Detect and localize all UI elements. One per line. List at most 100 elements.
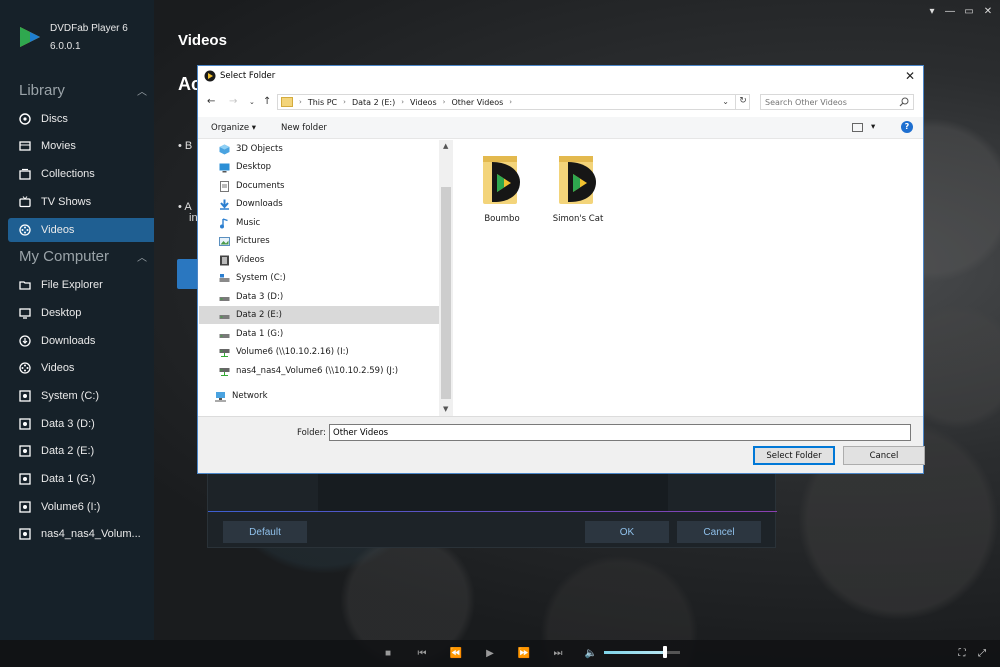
tree-item-data-3-d[interactable]: Data 3 (D:)	[199, 288, 439, 306]
close-icon[interactable]: ✕	[905, 69, 915, 83]
tree-item-music[interactable]: Music	[199, 214, 439, 232]
system-drive-icon	[219, 273, 230, 282]
network-drive-icon	[219, 348, 230, 357]
cancel-button[interactable]: Cancel	[677, 521, 761, 543]
folder-item-boumbo[interactable]: Boumbo	[467, 152, 537, 224]
sidebar-item-data-3-d[interactable]: Data 3 (D:)	[8, 412, 154, 436]
sidebar-item-label: Videos	[41, 224, 75, 236]
volume-level	[604, 651, 665, 654]
rewind-icon[interactable]: ⏪	[450, 647, 462, 659]
search-input[interactable]	[760, 94, 914, 110]
drive-icon	[19, 390, 31, 402]
sidebar-item-videos-folder[interactable]: Videos	[8, 356, 154, 380]
sidebar-item-volume6-i[interactable]: Volume6 (I:)	[8, 495, 154, 519]
sidebar-item-label: Data 3 (D:)	[41, 418, 95, 430]
ok-button[interactable]: OK	[585, 521, 669, 543]
back-arrow-icon[interactable]: ←	[207, 96, 215, 107]
dvdfab-logo-icon	[204, 70, 216, 82]
sidebar-item-label: Movies	[41, 140, 76, 152]
sidebar-item-tv-shows[interactable]: TV Shows	[8, 190, 154, 214]
scroll-up-icon[interactable]: ▲	[443, 142, 448, 150]
tree-item-videos[interactable]: Videos	[199, 251, 439, 269]
collection-icon	[19, 168, 31, 180]
computer-section-header[interactable]: My Computer ︿	[19, 248, 147, 265]
folder-label: Folder:	[297, 428, 326, 438]
help-icon[interactable]: ?	[901, 121, 913, 133]
tree-item-pictures[interactable]: Pictures	[199, 232, 439, 250]
disc-icon	[19, 113, 31, 125]
tree-item-documents[interactable]: Documents	[199, 177, 439, 195]
refresh-icon[interactable]: ↻	[735, 94, 750, 110]
play-icon[interactable]: ▶	[484, 647, 496, 659]
search-icon[interactable]	[899, 97, 909, 107]
volume-handle[interactable]	[662, 646, 667, 658]
sidebar-item-videos[interactable]: Videos	[8, 218, 154, 242]
sidebar-item-system-c[interactable]: System (C:)	[8, 384, 154, 408]
navigation-tree: 3D Objects Desktop Documents Downloads M…	[199, 140, 439, 416]
previous-icon[interactable]: ⏮	[416, 647, 428, 659]
select-folder-button[interactable]: Select Folder	[753, 446, 835, 465]
scrollbar-thumb[interactable]	[441, 187, 451, 399]
tree-item-data-1-g[interactable]: Data 1 (G:)	[199, 325, 439, 343]
tree-item-desktop[interactable]: Desktop	[199, 158, 439, 176]
folder-name: Simon's Cat	[552, 214, 604, 224]
sidebar-item-movies[interactable]: Movies	[8, 134, 154, 158]
tree-item-network[interactable]: Network	[199, 387, 439, 405]
sidebar-item-collections[interactable]: Collections	[8, 162, 154, 186]
new-folder-button[interactable]: New folder	[281, 123, 327, 133]
next-icon[interactable]: ⏭	[552, 647, 564, 659]
chevron-right-icon: ›	[299, 98, 302, 106]
folder-name-input[interactable]	[329, 424, 911, 441]
tv-icon	[19, 196, 31, 208]
expand-icon[interactable]: ⤢	[976, 647, 988, 659]
chevron-down-icon[interactable]: ⌄	[722, 97, 729, 106]
recent-dropdown-icon[interactable]: ⌄	[249, 98, 255, 106]
breadcrumb-item[interactable]: Videos	[410, 98, 437, 107]
sidebar-item-data-1-g[interactable]: Data 1 (G:)	[8, 467, 154, 491]
chevron-right-icon: ›	[343, 98, 346, 106]
tree-item-volume6-i[interactable]: Volume6 (\\10.10.2.16) (I:)	[199, 343, 439, 361]
folder-item-simons-cat[interactable]: Simon's Cat	[543, 152, 613, 224]
tree-item-3d-objects[interactable]: 3D Objects	[199, 140, 439, 158]
folder-icon	[19, 279, 31, 291]
breadcrumb-item[interactable]: Data 2 (E:)	[352, 98, 395, 107]
sidebar-item-downloads[interactable]: Downloads	[8, 329, 154, 353]
maximize-icon[interactable]: ▭	[962, 6, 976, 17]
breadcrumb-item[interactable]: This PC	[308, 98, 337, 107]
add-button[interactable]	[177, 259, 199, 289]
drive-icon	[219, 314, 230, 319]
sidebar-item-desktop[interactable]: Desktop	[8, 301, 154, 325]
video-reel-icon	[19, 362, 31, 374]
address-bar[interactable]: › This PC › Data 2 (E:) › Videos › Other…	[277, 94, 750, 110]
library-section-header[interactable]: Library ︿	[19, 82, 147, 99]
scroll-down-icon[interactable]: ▼	[443, 405, 448, 413]
volume-icon[interactable]: 🔈	[585, 647, 597, 659]
fast-forward-icon[interactable]: ⏩	[518, 647, 530, 659]
tree-item-downloads[interactable]: Downloads	[199, 195, 439, 213]
sidebar-item-label: Videos	[41, 362, 75, 374]
fullscreen-icon[interactable]: ⛶	[956, 647, 968, 659]
breadcrumb-item[interactable]: Other Videos	[451, 98, 503, 107]
cancel-button[interactable]: Cancel	[843, 446, 925, 465]
tree-item-system-c[interactable]: System (C:)	[199, 269, 439, 287]
view-options-icon[interactable]	[852, 123, 863, 132]
forward-arrow-icon[interactable]: →	[229, 96, 237, 107]
tree-item-nas4-j[interactable]: nas4_nas4_Volume6 (\\10.10.2.59) (J:)	[199, 362, 439, 380]
stop-icon[interactable]: ■	[382, 647, 394, 659]
sidebar-item-discs[interactable]: Discs	[8, 107, 154, 131]
chevron-up-icon[interactable]: ︿	[137, 83, 147, 98]
default-button[interactable]: Default	[223, 521, 307, 543]
sidebar-item-nas4[interactable]: nas4_nas4_Volum...	[8, 522, 154, 546]
organize-menu[interactable]: Organize ▾	[211, 123, 256, 133]
dvdfab-folder-icon	[483, 156, 520, 204]
close-icon[interactable]: ✕	[981, 6, 995, 17]
up-arrow-icon[interactable]: ↑	[263, 96, 271, 107]
sidebar-item-file-explorer[interactable]: File Explorer	[8, 273, 154, 297]
chevron-up-icon[interactable]: ︿	[137, 249, 147, 264]
chevron-down-icon[interactable]: ▾	[871, 122, 875, 132]
tree-item-data-2-e[interactable]: Data 2 (E:)	[199, 306, 439, 324]
sidebar-item-data-2-e[interactable]: Data 2 (E:)	[8, 439, 154, 463]
film-strip-icon	[220, 255, 229, 265]
minimize-icon[interactable]: —	[943, 6, 957, 17]
menu-icon[interactable]: ▾	[925, 6, 939, 17]
